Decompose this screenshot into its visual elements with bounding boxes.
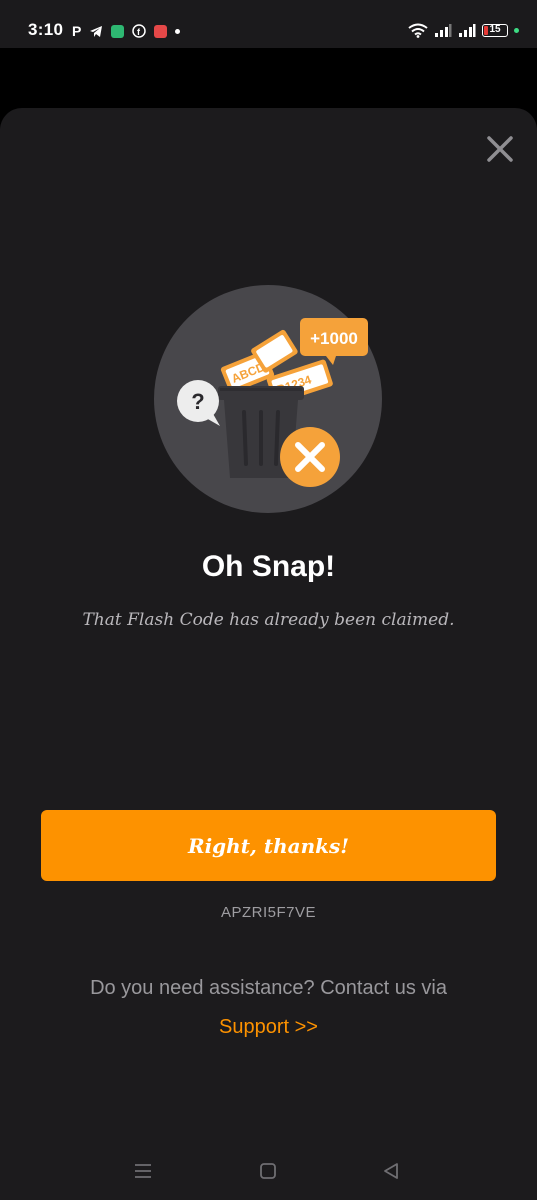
claimed-code-illustration: ABCD D1234 +1000 ? bbox=[154, 285, 382, 513]
system-icons: 15 bbox=[408, 21, 519, 39]
wifi-icon bbox=[408, 23, 428, 38]
back-icon bbox=[384, 1163, 398, 1179]
support-link[interactable]: Support >> bbox=[0, 1016, 537, 1039]
home-icon bbox=[260, 1163, 276, 1179]
flash-code: APZRI5F7VE bbox=[220, 904, 317, 921]
p-icon: P bbox=[72, 23, 82, 39]
sos-icon bbox=[154, 24, 168, 38]
signal-icon-2 bbox=[459, 24, 476, 37]
green-dot-icon bbox=[514, 27, 519, 33]
facebook-icon: f bbox=[132, 24, 147, 38]
notification-icons: P f bbox=[72, 22, 181, 40]
telegram-icon bbox=[90, 25, 103, 37]
signal-icon bbox=[435, 24, 452, 37]
battery-level: 15 bbox=[489, 24, 501, 35]
battery-icon: 15 bbox=[482, 23, 508, 37]
error-x-icon bbox=[280, 427, 340, 487]
navigation-bar bbox=[0, 1142, 537, 1200]
dialog-title: Oh Snap! bbox=[201, 550, 336, 583]
status-bar: 3:10 P f 15 bbox=[0, 0, 537, 48]
close-icon bbox=[487, 136, 513, 162]
app-icon bbox=[111, 24, 125, 38]
home-button[interactable] bbox=[253, 1156, 283, 1186]
menu-icon bbox=[135, 1164, 151, 1178]
right-thanks-button[interactable]: Right, thanks! bbox=[41, 810, 496, 881]
status-time: 3:10 bbox=[28, 20, 64, 39]
svg-text:f: f bbox=[137, 27, 141, 37]
badge-text: +1000 bbox=[310, 329, 358, 348]
dialog-sheet: ABCD D1234 +1000 ? Oh Snap! That Flash C… bbox=[0, 108, 537, 1200]
dot-icon bbox=[175, 28, 181, 34]
recent-apps-button[interactable] bbox=[128, 1156, 158, 1186]
close-button[interactable] bbox=[485, 134, 515, 164]
assistance-text: Do you need assistance? Contact us via bbox=[90, 977, 447, 999]
dialog-message: That Flash Code has already been claimed… bbox=[82, 610, 455, 630]
screen: 3:10 P f 15 ABCD D1234 +1000 ? Oh Snap! … bbox=[0, 0, 537, 1200]
question-mark: ? bbox=[191, 389, 204, 414]
back-button[interactable] bbox=[376, 1156, 406, 1186]
